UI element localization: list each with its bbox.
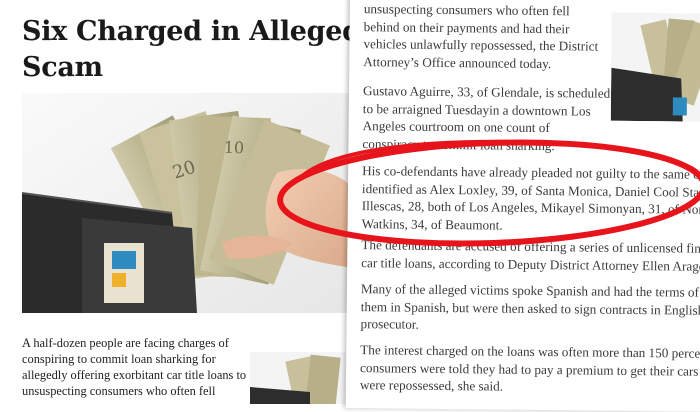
- paragraph-1: unsuspecting consumers who often fell be…: [363, 0, 700, 74]
- lead-line: A half-dozen people are facing charges o…: [22, 336, 229, 350]
- text-line: Watkins, 34, of Beaumont.: [361, 215, 503, 233]
- text-line: conspiracy to commit loan sharking.: [362, 135, 555, 153]
- text-line: were repossessed, she said.: [359, 377, 504, 394]
- text-line: prosecutor.: [360, 316, 419, 332]
- lead-line: conspiring to commit loan sharking for: [22, 352, 216, 366]
- paragraph-3: His co-defendants have already pleaded n…: [362, 162, 700, 236]
- lead-paragraph: A half-dozen people are facing charges o…: [22, 335, 247, 399]
- paragraph-2: Gustavo Aguirre, 33, of Glendale, is sch…: [362, 82, 700, 156]
- headline-line-2: Scam: [22, 52, 103, 83]
- paragraph-6: The interest charged on the loans was of…: [360, 341, 700, 397]
- paragraph-5: Many of the alleged victims spoke Spanis…: [360, 280, 700, 336]
- right-article-clipping: unsuspecting consumers who often fell be…: [345, 0, 700, 412]
- headline-line-1: Six Charged in Alleged Aut: [22, 16, 352, 47]
- lead-line: unsuspecting consumers who often fell: [22, 384, 216, 398]
- text-line: Attorney’s Office announced today.: [363, 53, 552, 71]
- wallet-thumbnail-photo: [250, 352, 352, 404]
- article-headline: Six Charged in Alleged Aut Scam: [22, 14, 352, 86]
- wallet-illustration: 20 10: [22, 93, 352, 313]
- svg-text:10: 10: [223, 138, 244, 158]
- wallet-money-photo: 20 10: [22, 93, 352, 313]
- lead-line: allegedly offering exorbitant car title …: [22, 368, 247, 382]
- paragraph-4: The defendants are accused of offering a…: [361, 236, 700, 275]
- text-line: car title loans, according to Deputy Dis…: [361, 254, 700, 274]
- left-article-clipping: Six Charged in Alleged Aut Scam: [0, 0, 352, 404]
